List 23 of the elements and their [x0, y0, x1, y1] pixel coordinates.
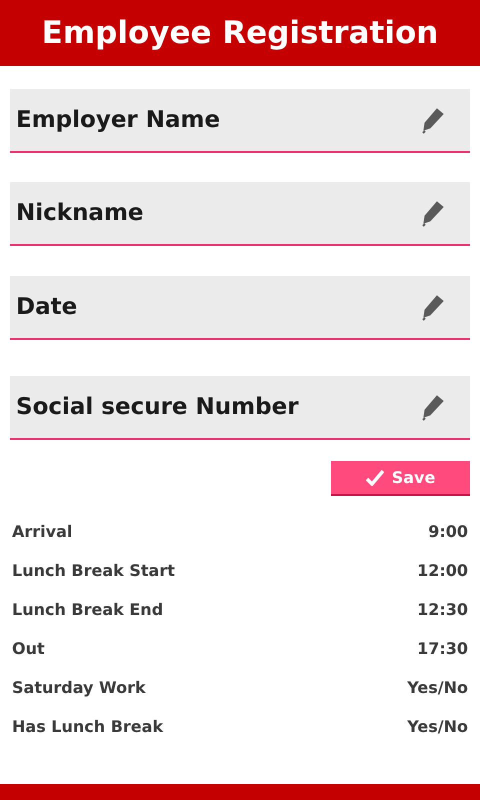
- page-title: Employee Registration: [42, 14, 438, 53]
- schedule-label: Lunch Break End: [12, 599, 164, 621]
- schedule-value: 12:00: [417, 560, 468, 582]
- pencil-icon: [422, 108, 444, 134]
- pencil-icon: [422, 295, 444, 321]
- schedule-value: Yes/No: [407, 677, 468, 699]
- schedule-value: 12:30: [417, 599, 468, 621]
- schedule-label: Lunch Break Start: [12, 560, 175, 582]
- pencil-icon: [422, 395, 444, 421]
- schedule-value: 17:30: [417, 638, 468, 660]
- text-field[interactable]: Employer Name: [10, 89, 470, 153]
- text-field[interactable]: Nickname: [10, 182, 470, 246]
- pencil-icon: [422, 201, 444, 227]
- schedule-label: Arrival: [12, 521, 72, 543]
- schedule-value: Yes/No: [407, 716, 468, 738]
- save-button[interactable]: Save: [331, 461, 470, 496]
- schedule-label: Saturday Work: [12, 677, 146, 699]
- text-field[interactable]: Date: [10, 276, 470, 340]
- schedule-label: Has Lunch Break: [12, 716, 164, 738]
- text-field[interactable]: Social secure Number: [10, 376, 470, 440]
- schedule-value: 9:00: [428, 521, 468, 543]
- schedule-label: Out: [12, 638, 45, 660]
- checkmark-icon: [366, 470, 384, 486]
